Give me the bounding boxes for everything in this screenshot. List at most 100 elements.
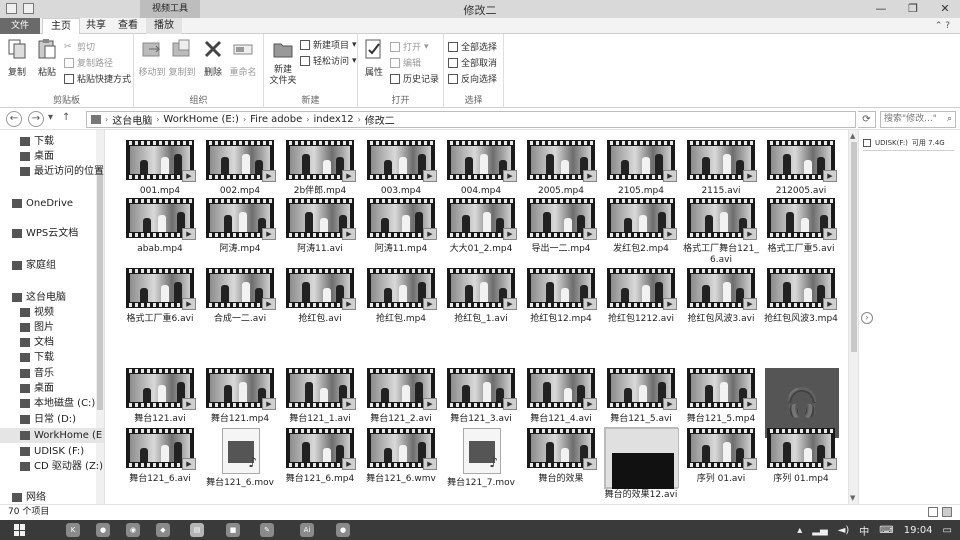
nav-item[interactable]: 最近访问的位置 bbox=[0, 164, 104, 179]
file-item[interactable]: ▶ 004.mp4 bbox=[442, 140, 520, 197]
properties-button[interactable]: 属性 bbox=[362, 38, 386, 78]
nav-item[interactable]: 这台电脑 bbox=[0, 290, 66, 305]
file-item[interactable]: ▶ 2005.mp4 bbox=[522, 140, 600, 197]
tab-view[interactable]: 查看 bbox=[110, 18, 146, 34]
large-icons-view-icon[interactable] bbox=[942, 507, 952, 517]
file-item[interactable]: ▶ 舞台121_6.avi bbox=[121, 428, 199, 485]
taskbar-app-icon[interactable]: ● bbox=[96, 523, 110, 537]
file-item[interactable]: ▶ 001.mp4 bbox=[121, 140, 199, 197]
file-item[interactable]: ▶ 2105.mp4 bbox=[602, 140, 680, 197]
nav-item[interactable]: 视频 bbox=[0, 305, 54, 320]
file-item[interactable]: ▶ abab.mp4 bbox=[121, 198, 199, 255]
file-item[interactable]: ▶ 舞台121_3.avi bbox=[442, 368, 520, 425]
file-item[interactable]: ▶ 舞台的效果 bbox=[522, 428, 600, 485]
nav-item[interactable]: 桌面 bbox=[0, 149, 54, 164]
file-item[interactable]: ▶ 阿涛11.avi bbox=[281, 198, 359, 255]
file-item[interactable]: ▶ 抢红包_1.avi bbox=[442, 268, 520, 325]
file-item[interactable]: ▶ 格式工厂舞台121_6.avi bbox=[682, 198, 760, 266]
network-icon[interactable]: ▂▄ bbox=[812, 525, 827, 536]
properties-qat-icon[interactable] bbox=[6, 3, 17, 14]
file-item[interactable]: ▶ 格式工厂重6.avi bbox=[121, 268, 199, 325]
file-item[interactable]: ♪ 舞台121_6.mov bbox=[201, 428, 279, 489]
nav-item[interactable]: 家庭组 bbox=[0, 258, 56, 273]
forward-button[interactable]: → bbox=[28, 111, 44, 127]
new-folder-button[interactable]: 新建 文件夹 bbox=[266, 38, 300, 87]
file-item[interactable]: ▶ 抢红包风波3.mp4 bbox=[762, 268, 840, 325]
content-scrollbar[interactable]: ▲ ▼ bbox=[848, 130, 858, 504]
nav-item[interactable]: WPS云文档 bbox=[0, 226, 78, 241]
taskbar-app-icon[interactable]: ◆ bbox=[156, 523, 170, 537]
file-item[interactable]: ▶ 舞台121_5.mp4 bbox=[682, 368, 760, 425]
copy-to-button[interactable]: 复制到 bbox=[168, 38, 196, 78]
new-folder-qat-icon[interactable] bbox=[23, 3, 34, 14]
ime-indicator[interactable]: 中 bbox=[859, 523, 869, 538]
taskbar-explorer-icon[interactable]: ▤ bbox=[190, 523, 204, 537]
breadcrumb-this-pc[interactable]: 这台电脑 bbox=[112, 112, 152, 127]
file-item[interactable]: ▶ 舞台121.avi bbox=[121, 368, 199, 425]
tab-home[interactable]: 主页 bbox=[42, 18, 80, 34]
taskbar-app-icon[interactable]: ■ bbox=[226, 523, 240, 537]
file-item[interactable]: 舞台的效果12.avi bbox=[602, 427, 680, 501]
file-item[interactable]: ▶ 大大01_2.mp4 bbox=[442, 198, 520, 255]
refresh-button[interactable]: ⟳ bbox=[858, 111, 876, 128]
scroll-up-icon[interactable]: ▲ bbox=[850, 132, 855, 140]
taskbar-app-icon[interactable]: ✎ bbox=[260, 523, 274, 537]
copy-path-button[interactable]: 复制路径 bbox=[64, 56, 113, 69]
maximize-icon[interactable]: ❐ bbox=[906, 2, 920, 15]
up-arrow-icon[interactable]: ↑ bbox=[62, 112, 70, 123]
paste-button[interactable]: 粘贴 bbox=[34, 38, 60, 78]
invert-selection-button[interactable]: 反向选择 bbox=[448, 72, 497, 85]
file-item[interactable]: ▶ 阿涛.mp4 bbox=[201, 198, 279, 255]
copy-button[interactable]: 复制 bbox=[4, 38, 30, 78]
delete-button[interactable]: 删除 bbox=[202, 38, 224, 78]
nav-item[interactable]: 下载 bbox=[0, 350, 54, 365]
notifications-icon[interactable]: ▭ bbox=[943, 525, 952, 536]
file-item[interactable]: ▶ 003.mp4 bbox=[362, 140, 440, 197]
tab-share[interactable]: 共享 bbox=[78, 18, 114, 34]
nav-scrollbar-thumb[interactable] bbox=[97, 170, 103, 410]
tab-play[interactable]: 播放 bbox=[146, 18, 182, 34]
nav-item[interactable]: 日常 (D:) bbox=[0, 412, 76, 427]
open-button[interactable]: 打开 ▾ bbox=[390, 40, 429, 53]
nav-item[interactable]: 图片 bbox=[0, 320, 54, 335]
file-item[interactable]: ▶ 格式工厂重5.avi bbox=[762, 198, 840, 255]
edit-button[interactable]: 编辑 bbox=[390, 56, 421, 69]
content-scrollbar-thumb[interactable] bbox=[851, 142, 857, 352]
taskbar-app-icon[interactable]: ● bbox=[336, 523, 350, 537]
clock[interactable]: 19:04 bbox=[904, 525, 933, 536]
file-item[interactable]: ▶ 序列 01.avi bbox=[682, 428, 760, 485]
tab-file[interactable]: 文件 bbox=[0, 18, 40, 34]
nav-item[interactable]: WorkHome (E bbox=[0, 428, 104, 443]
address-bar[interactable]: › 这台电脑 › WorkHome (E:) › Fire adobe › in… bbox=[86, 111, 856, 128]
details-view-icon[interactable] bbox=[928, 507, 938, 517]
nav-item[interactable]: OneDrive bbox=[0, 196, 73, 211]
file-item[interactable]: ▶ 舞台121_5.avi bbox=[602, 368, 680, 425]
nav-item[interactable]: 下载 bbox=[0, 134, 54, 149]
select-none-button[interactable]: 全部取消 bbox=[448, 56, 497, 69]
file-item[interactable]: ▶ 抢红包1212.avi bbox=[602, 268, 680, 325]
back-button[interactable]: ← bbox=[6, 111, 22, 127]
breadcrumb-index12[interactable]: index12 bbox=[313, 114, 353, 125]
file-item[interactable]: ♪ 舞台121_7.mov bbox=[442, 428, 520, 489]
tray-overflow-icon[interactable]: ▴ bbox=[797, 525, 802, 536]
taskbar-browser-icon[interactable]: ◉ bbox=[126, 523, 140, 537]
cut-button[interactable]: ✂ 剪切 bbox=[64, 40, 95, 54]
search-input[interactable]: 搜索"修改..." ⌕ bbox=[880, 111, 956, 128]
close-icon[interactable]: ✕ bbox=[938, 2, 952, 15]
nav-item[interactable]: 桌面 bbox=[0, 381, 54, 396]
start-button[interactable] bbox=[14, 524, 26, 536]
nav-item[interactable]: 文档 bbox=[0, 335, 54, 350]
move-to-button[interactable]: 移动到 bbox=[138, 38, 166, 78]
paste-shortcut-button[interactable]: 粘贴快捷方式 bbox=[64, 72, 131, 85]
keyboard-icon[interactable]: ⌨ bbox=[879, 525, 893, 536]
file-item[interactable]: ▶ 212005.avi bbox=[762, 140, 840, 197]
file-item[interactable]: ▶ 002.mp4 bbox=[201, 140, 279, 197]
nav-item[interactable]: 网络 bbox=[0, 490, 46, 504]
file-item[interactable]: ▶ 抢红包12.mp4 bbox=[522, 268, 600, 325]
taskbar-app-icon[interactable]: Ai bbox=[300, 523, 314, 537]
file-item[interactable]: ▶ 舞台121_6.mp4 bbox=[281, 428, 359, 485]
rename-button[interactable]: 重命名 bbox=[228, 38, 258, 78]
volume-icon[interactable]: ◄) bbox=[838, 525, 850, 536]
new-item-button[interactable]: 新建项目 ▾ bbox=[300, 38, 357, 51]
taskbar-app-icon[interactable]: K bbox=[66, 523, 80, 537]
